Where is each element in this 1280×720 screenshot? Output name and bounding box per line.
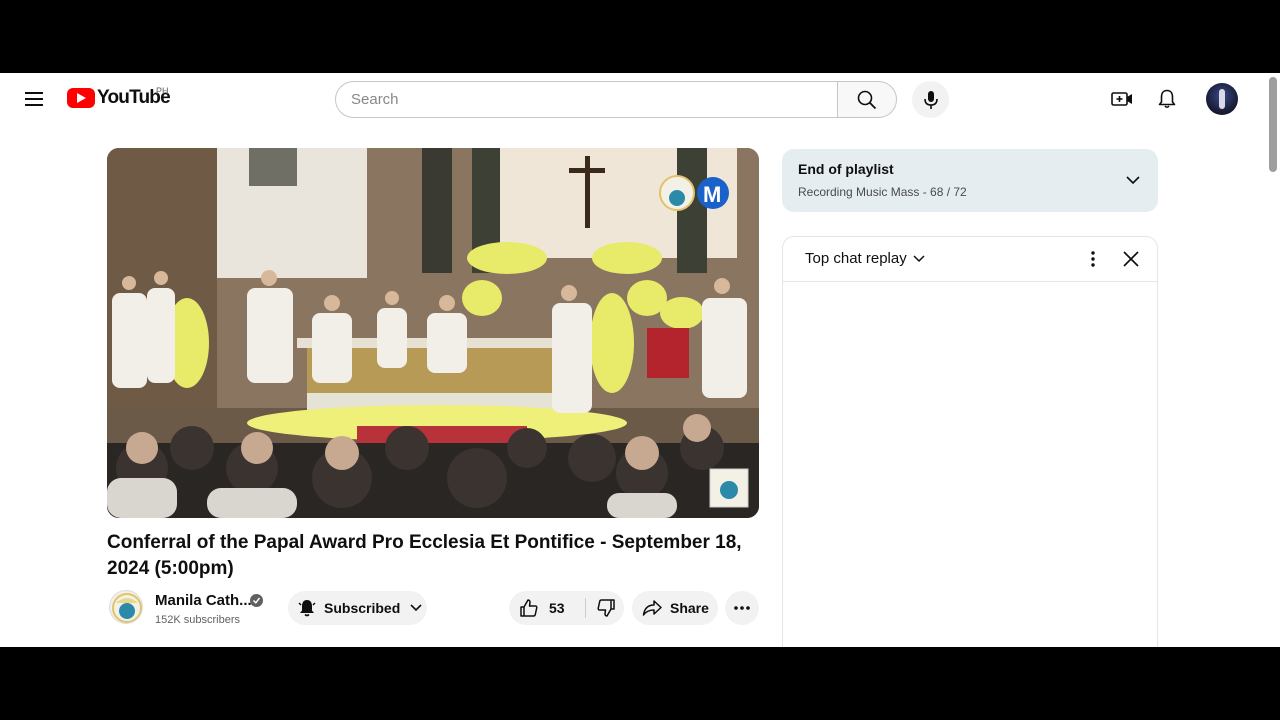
close-icon <box>1123 251 1139 267</box>
letterbox-bottom <box>0 647 1280 720</box>
letterbox-top <box>0 0 1280 73</box>
bell-icon <box>1158 89 1176 109</box>
share-arrow-icon <box>642 600 662 616</box>
playlist-panel[interactable]: End of playlist Recording Music Mass - 6… <box>782 149 1158 212</box>
menu-button[interactable] <box>18 83 50 115</box>
browser-viewport: YouTube PH Search M Conferral of the Pap… <box>0 73 1280 647</box>
more-vertical-icon <box>1091 251 1095 267</box>
subscribed-button[interactable]: Subscribed <box>288 591 427 625</box>
chat-more-button[interactable] <box>1081 247 1105 271</box>
thumbs-down-icon <box>597 599 615 617</box>
search-button[interactable] <box>837 81 897 118</box>
youtube-logo[interactable]: YouTube <box>67 87 171 109</box>
voice-search-button[interactable] <box>912 81 949 118</box>
chevron-down-icon <box>410 604 422 612</box>
video-player[interactable]: M <box>107 148 759 518</box>
more-actions-button[interactable] <box>725 591 759 625</box>
like-dislike-group: 53 <box>509 591 624 625</box>
share-label: Share <box>670 600 709 616</box>
more-horizontal-icon <box>734 606 750 610</box>
country-code: PH <box>156 86 169 96</box>
notifications-button[interactable] <box>1151 83 1183 115</box>
chevron-down-icon <box>913 254 925 263</box>
like-divider <box>585 598 586 618</box>
microphone-icon <box>923 90 938 109</box>
share-button[interactable]: Share <box>632 591 718 625</box>
create-button[interactable] <box>1106 83 1138 115</box>
channel-avatar[interactable] <box>109 590 143 624</box>
subscriber-count: 152K subscribers <box>155 614 240 626</box>
chat-mode-dropdown[interactable]: Top chat replay <box>805 250 925 267</box>
create-video-icon <box>1111 92 1132 106</box>
video-frame-image: M <box>107 148 759 518</box>
search-icon <box>857 90 877 109</box>
search-input[interactable] <box>351 91 838 108</box>
playlist-subtitle[interactable]: Recording Music Mass - 68 / 72 <box>798 185 967 199</box>
svg-text:M: M <box>703 182 721 207</box>
like-button[interactable]: 53 <box>509 591 585 625</box>
dislike-button[interactable] <box>588 591 624 625</box>
channel-name[interactable]: Manila Cath... <box>155 592 252 609</box>
channel-logo-icon <box>112 593 142 623</box>
chat-header: Top chat replay <box>783 237 1157 282</box>
bell-filled-icon <box>298 600 316 617</box>
like-count: 53 <box>549 600 565 616</box>
masthead: YouTube PH <box>0 73 1266 125</box>
video-owner-row: Manila Cath... 152K subscribers Subscrib… <box>107 588 759 630</box>
page-scrollbar[interactable] <box>1266 73 1280 647</box>
video-title: Conferral of the Papal Award Pro Ecclesi… <box>107 532 742 579</box>
chat-messages-area[interactable] <box>783 283 1157 647</box>
verified-badge-icon <box>250 594 263 607</box>
scrollbar-thumb[interactable] <box>1269 77 1277 172</box>
account-avatar[interactable] <box>1206 83 1238 115</box>
menu-icon <box>25 92 43 106</box>
youtube-play-icon <box>67 88 95 108</box>
chevron-down-icon[interactable] <box>1122 169 1144 191</box>
playlist-title: End of playlist <box>798 161 894 177</box>
chat-close-button[interactable] <box>1119 247 1143 271</box>
live-chat-panel: Top chat replay <box>782 236 1158 647</box>
chat-title: Top chat replay <box>805 250 907 267</box>
thumbs-up-icon <box>520 599 538 617</box>
search-box <box>335 81 838 118</box>
subscribed-label: Subscribed <box>324 600 401 616</box>
